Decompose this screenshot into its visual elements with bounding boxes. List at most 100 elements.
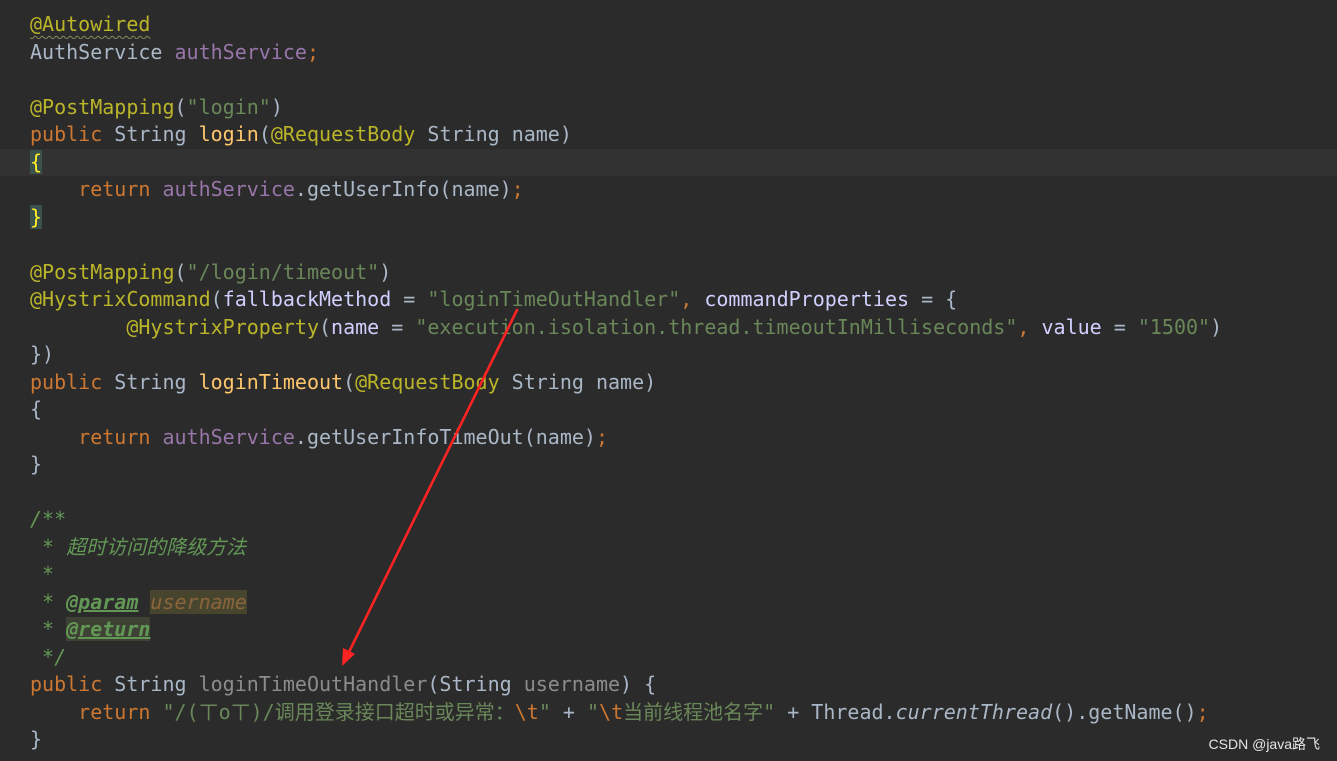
code-token-plain-text: .getUserInfoTimeOut(name) bbox=[294, 424, 596, 449]
code-token-plain-text: String bbox=[114, 369, 199, 394]
code-token-annotation: @HystrixCommand bbox=[30, 287, 211, 311]
code-token-plain-text: String bbox=[114, 672, 199, 696]
code-line[interactable] bbox=[0, 66, 1337, 94]
code-token-plain-text: }) bbox=[30, 342, 55, 366]
code-line[interactable]: @PostMapping("login") bbox=[0, 94, 1337, 122]
code-token-annotation-argument: name bbox=[331, 314, 380, 339]
code-token-plain-text: String name) bbox=[499, 369, 657, 394]
code-token-matched-brace: { bbox=[30, 149, 43, 174]
code-token-string-literal: "1500" bbox=[1137, 314, 1211, 339]
code-token-string-literal: " bbox=[586, 699, 600, 724]
code-token-static-method-call: currentThread bbox=[895, 699, 1053, 724]
code-token-annotation: @RequestBody bbox=[355, 369, 500, 394]
code-token-string-literal: "loginTimeOutHandler" bbox=[427, 287, 681, 311]
code-line[interactable]: public String loginTimeout(@RequestBody … bbox=[0, 369, 1337, 397]
code-token-doc-comment: */ bbox=[30, 644, 67, 669]
code-token-string-literal: " bbox=[538, 699, 551, 724]
code-token-annotation: @PostMapping bbox=[30, 259, 175, 284]
code-token-keyword: return bbox=[78, 699, 163, 724]
code-token-plain-text: ( bbox=[258, 122, 271, 146]
code-line[interactable]: }) bbox=[0, 341, 1337, 369]
code-line[interactable]: } bbox=[0, 204, 1337, 232]
code-token-method-name: login bbox=[198, 122, 259, 146]
code-token-doc-comment: /** bbox=[30, 507, 67, 531]
code-line[interactable]: return authService.getUserInfo(name); bbox=[0, 176, 1337, 204]
code-token-unused-identifier: username bbox=[523, 672, 621, 696]
code-token-doc-comment: * bbox=[30, 617, 67, 641]
code-token-plain-text bbox=[30, 315, 126, 339]
code-token-string-literal: "/(ㄒoㄒ)/调用登录接口超时或异常： bbox=[162, 699, 515, 724]
code-token-separator: ; bbox=[1196, 699, 1209, 724]
code-token-keyword: public bbox=[30, 369, 115, 394]
watermark: CSDN @java路飞 bbox=[1208, 736, 1320, 752]
code-token-plain-text: = { bbox=[909, 287, 958, 311]
code-token-separator: ; bbox=[595, 424, 608, 449]
code-token-method-name: loginTimeout bbox=[198, 369, 344, 394]
code-line[interactable]: @PostMapping("/login/timeout") bbox=[0, 259, 1337, 287]
code-line[interactable] bbox=[0, 479, 1337, 507]
code-line[interactable]: * @param username bbox=[0, 589, 1337, 617]
code-line[interactable]: { bbox=[0, 396, 1337, 424]
code-token-keyword: public bbox=[30, 122, 115, 146]
code-token-escape-sequence: \t bbox=[599, 699, 624, 724]
code-line[interactable]: * @return bbox=[0, 616, 1337, 644]
code-token-field-name: authService bbox=[162, 177, 295, 201]
code-token-plain-text: .getUserInfo(name) bbox=[294, 177, 512, 201]
code-line[interactable]: public String loginTimeOutHandler(String… bbox=[0, 671, 1337, 699]
code-token-string-literal: 当前线程池名字" bbox=[623, 699, 776, 724]
code-line[interactable]: @HystrixProperty(name = "execution.isola… bbox=[0, 314, 1337, 342]
code-token-doc-tag-highlighted: @return bbox=[66, 617, 151, 641]
code-line[interactable]: return "/(ㄒoㄒ)/调用登录接口超时或异常：\t" + "\t当前线程… bbox=[0, 699, 1337, 727]
code-line[interactable]: @HystrixCommand(fallbackMethod = "loginT… bbox=[0, 286, 1337, 314]
code-token-plain-text: ( bbox=[174, 94, 187, 119]
code-token-doc-comment: * bbox=[30, 589, 67, 614]
code-token-plain-text bbox=[30, 177, 78, 201]
code-token-separator: , bbox=[680, 287, 705, 311]
code-line[interactable]: * bbox=[0, 561, 1337, 589]
code-token-plain-text: String bbox=[114, 122, 199, 146]
code-token-matched-brace: } bbox=[30, 204, 43, 229]
code-token-keyword: return bbox=[78, 424, 163, 449]
code-token-separator: , bbox=[1017, 314, 1042, 339]
code-token-plain-text: } bbox=[30, 727, 43, 751]
code-token-annotation-argument: fallbackMethod bbox=[222, 287, 392, 311]
code-token-string-literal: "execution.isolation.thread.timeoutInMil… bbox=[415, 314, 1018, 339]
code-token-annotation: @RequestBody bbox=[270, 122, 416, 146]
code-line[interactable]: AuthService authService; bbox=[0, 39, 1337, 67]
code-token-doc-tag: @param bbox=[66, 589, 139, 614]
code-line[interactable]: return authService.getUserInfoTimeOut(na… bbox=[0, 424, 1337, 452]
code-token-plain-text: ( bbox=[318, 314, 332, 339]
code-token-plain-text: AuthService bbox=[30, 39, 175, 64]
code-line[interactable]: } bbox=[0, 451, 1337, 479]
code-line[interactable]: */ bbox=[0, 644, 1337, 672]
code-token-plain-text bbox=[30, 700, 78, 724]
code-token-plain-text: ( bbox=[343, 369, 356, 394]
code-line[interactable]: /** bbox=[0, 506, 1337, 534]
code-editor[interactable]: @Autowired AuthService authService; @PostM… bbox=[0, 11, 1337, 754]
code-token-escape-sequence: \t bbox=[514, 699, 539, 724]
code-token-field-name: authService bbox=[162, 424, 295, 449]
code-token-plain-text: ( bbox=[210, 287, 223, 311]
code-token-field-name: authService bbox=[174, 39, 307, 64]
code-token-doc-comment: * 超时访问的降级方法 bbox=[30, 534, 247, 559]
code-token-keyword: public bbox=[30, 672, 115, 696]
code-token-unused-identifier: loginTimeOutHandler bbox=[198, 672, 428, 696]
code-line[interactable]: * 超时访问的降级方法 bbox=[0, 534, 1337, 562]
code-token-annotation-argument: value bbox=[1041, 314, 1102, 339]
code-token-plain-text: ) { bbox=[620, 672, 657, 696]
code-line[interactable]: { bbox=[0, 148, 1337, 176]
code-token-annotation-warning: @Autowired bbox=[30, 12, 151, 36]
code-token-plain-text: = bbox=[1101, 314, 1138, 339]
code-token-plain-text: { bbox=[30, 397, 43, 421]
code-token-separator: ; bbox=[511, 177, 524, 201]
code-line[interactable]: } bbox=[0, 726, 1337, 754]
code-token-plain-text: ( bbox=[174, 259, 187, 284]
code-token-keyword: return bbox=[78, 177, 163, 201]
code-token-string-literal: "login" bbox=[186, 94, 271, 119]
code-line[interactable] bbox=[0, 231, 1337, 259]
code-line[interactable]: public String login(@RequestBody String … bbox=[0, 121, 1337, 149]
code-token-plain-text: String name) bbox=[415, 122, 572, 146]
code-token-plain-text: ) bbox=[379, 259, 392, 284]
code-token-plain-text: ) bbox=[1210, 314, 1223, 339]
code-line[interactable]: @Autowired bbox=[0, 11, 1337, 39]
